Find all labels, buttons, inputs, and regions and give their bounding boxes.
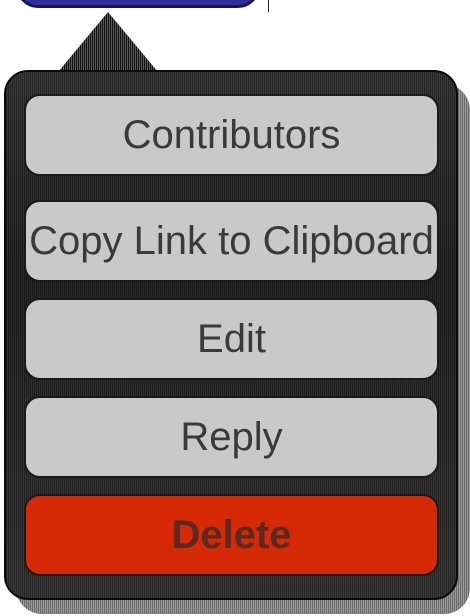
screen: Contributors Copy Link to Clipboard Edit…	[0, 0, 470, 616]
contributors-label: Contributors	[122, 112, 341, 157]
context-menu-popover: Contributors Copy Link to Clipboard Edit…	[4, 70, 458, 600]
copy-link-label: Copy Link to Clipboard	[29, 218, 434, 263]
edit-label: Edit	[197, 316, 266, 361]
divider	[268, 0, 269, 12]
reply-button[interactable]: Reply	[24, 396, 439, 478]
contributors-button[interactable]: Contributors	[24, 94, 439, 176]
delete-button[interactable]: Delete	[24, 494, 439, 576]
delete-label: Delete	[171, 512, 292, 557]
copy-link-button[interactable]: Copy Link to Clipboard	[24, 200, 439, 282]
popover-arrow	[58, 12, 158, 72]
menu-trigger-button[interactable]	[16, 0, 260, 8]
reply-label: Reply	[180, 414, 283, 459]
edit-button[interactable]: Edit	[24, 298, 439, 380]
